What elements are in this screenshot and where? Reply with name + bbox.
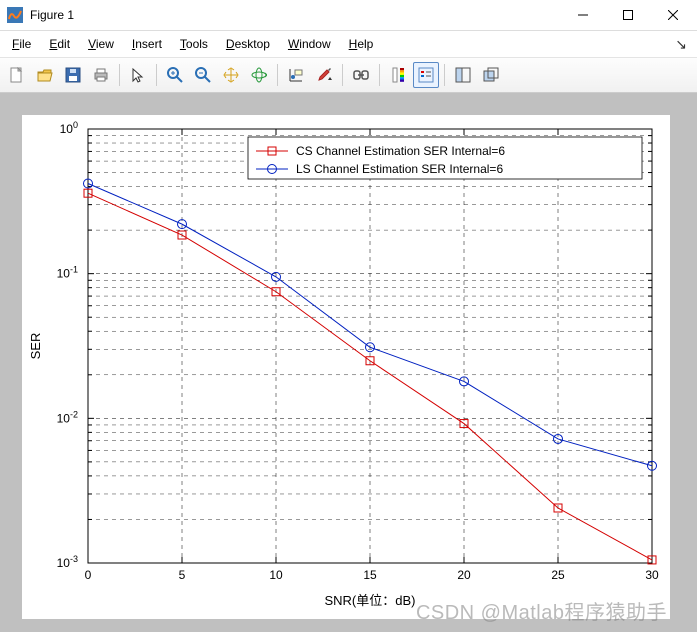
menu-corner-icon[interactable]: ↘ [675,36,691,53]
toolbar-separator [444,64,445,86]
close-button[interactable] [650,1,695,30]
minimize-button[interactable] [560,1,605,30]
svg-text:20: 20 [457,568,471,582]
undock-icon[interactable] [478,62,504,88]
zoom-out-icon[interactable] [190,62,216,88]
pan-icon[interactable] [218,62,244,88]
svg-text:10-2: 10-2 [57,409,78,425]
toolbar-separator [379,64,380,86]
svg-text:30: 30 [645,568,659,582]
print-icon[interactable] [88,62,114,88]
svg-text:15: 15 [363,568,377,582]
menu-edit[interactable]: Edit [43,35,76,53]
window-titlebar: Figure 1 [0,0,697,31]
svg-text:10-1: 10-1 [57,265,78,281]
toolbar-separator [277,64,278,86]
legend-icon[interactable] [413,62,439,88]
svg-text:10-3: 10-3 [57,554,78,570]
menu-file[interactable]: File [6,35,37,53]
menu-tools[interactable]: Tools [174,35,214,53]
app-icon [6,6,24,24]
brush-icon[interactable] [311,62,337,88]
menu-help[interactable]: Help [343,35,380,53]
dock-icon[interactable] [450,62,476,88]
colorbar-icon[interactable] [385,62,411,88]
zoom-in-icon[interactable] [162,62,188,88]
save-icon[interactable] [60,62,86,88]
new-file-icon[interactable] [4,62,30,88]
toolbar-separator [342,64,343,86]
legend-entry: CS Channel Estimation SER Internal=6 [296,144,505,158]
svg-text:5: 5 [179,568,186,582]
svg-text:SNR(单位：dB): SNR(单位：dB) [324,593,415,608]
figure-canvas: 100 10-1 10-2 10-3 0 5 10 15 20 25 30 SNR(单位：dB) SER… [0,93,697,632]
menu-window[interactable]: Window [282,35,337,53]
rotate3d-icon[interactable] [246,62,272,88]
menu-desktop[interactable]: Desktop [220,35,276,53]
open-file-icon[interactable] [32,62,58,88]
svg-text:SER: SER [28,333,43,360]
toolbar-separator [156,64,157,86]
svg-text:25: 25 [551,568,565,582]
link-icon[interactable] [348,62,374,88]
legend-entry: LS Channel Estimation SER Internal=6 [296,162,503,176]
menu-view[interactable]: View [82,35,120,53]
axes: 100 10-1 10-2 10-3 0 5 10 15 20 25 30 SNR(单位：dB) SER… [22,115,670,619]
svg-text:0: 0 [85,568,92,582]
figure-toolbar [0,57,697,93]
maximize-button[interactable] [605,1,650,30]
menu-bar: File Edit View Insert Tools Desktop Wind… [0,31,697,57]
toolbar-separator [119,64,120,86]
svg-text:100: 100 [60,120,78,136]
pointer-icon[interactable] [125,62,151,88]
window-title: Figure 1 [30,8,74,22]
menu-insert[interactable]: Insert [126,35,168,53]
datatip-icon[interactable] [283,62,309,88]
svg-text:10: 10 [269,568,283,582]
